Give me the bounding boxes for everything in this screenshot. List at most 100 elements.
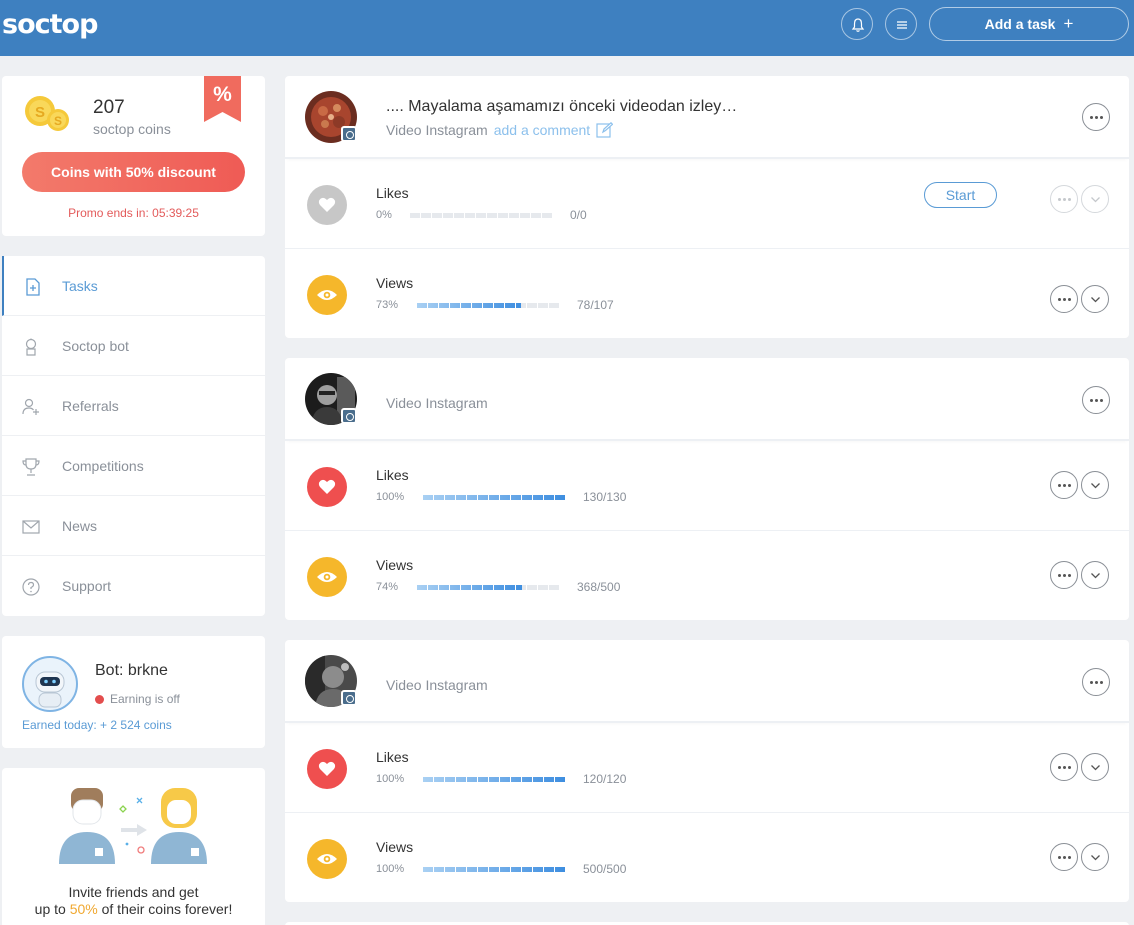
task-header: Video Instagram bbox=[285, 640, 1129, 722]
stat-more-button[interactable] bbox=[1050, 561, 1078, 589]
stat-more-button[interactable] bbox=[1050, 471, 1078, 499]
stat-percent: 0% bbox=[376, 209, 392, 221]
chevron-down-icon bbox=[1091, 197, 1100, 203]
task-more-button[interactable] bbox=[1082, 103, 1110, 131]
soctop-logo[interactable]: soctop bbox=[2, 9, 98, 40]
sidebar-item-tasks[interactable]: Tasks bbox=[2, 256, 265, 316]
bell-icon bbox=[851, 18, 865, 32]
bot-card: Bot: brkne Earning is off Earned today: … bbox=[2, 636, 265, 748]
add-comment-link[interactable]: add a comment bbox=[494, 122, 614, 138]
task-card: Video Instagram Likes 100% 120/120 Views… bbox=[285, 640, 1129, 902]
sidebar-item-competitions[interactable]: Competitions bbox=[2, 436, 265, 496]
task-card: Video Instagram Likes 100% 130/130 Views… bbox=[285, 358, 1129, 620]
progress-fill bbox=[423, 495, 565, 500]
expand-button[interactable] bbox=[1081, 753, 1109, 781]
stat-label: Likes bbox=[376, 467, 409, 483]
task-type: Video Instagram bbox=[386, 122, 488, 138]
invite-line-2-post: of their coins forever! bbox=[97, 901, 233, 917]
expand-button[interactable] bbox=[1081, 285, 1109, 313]
eye-icon bbox=[307, 839, 347, 879]
add-task-button[interactable]: Add a task + bbox=[929, 7, 1129, 41]
svg-text:S: S bbox=[54, 114, 62, 128]
stat-count: 120/120 bbox=[583, 772, 627, 786]
chevron-down-icon bbox=[1091, 483, 1100, 489]
sidebar-item-label: Support bbox=[62, 578, 112, 594]
stat-more-button[interactable] bbox=[1050, 285, 1078, 313]
menu-button[interactable] bbox=[885, 8, 917, 40]
coins-icon: S S bbox=[25, 96, 69, 131]
bot-avatar[interactable] bbox=[22, 656, 78, 712]
task-subtitle: Video Instagram bbox=[386, 677, 488, 693]
stat-count: 130/130 bbox=[583, 490, 627, 504]
progress-bar bbox=[417, 303, 559, 308]
chevron-down-icon bbox=[1091, 765, 1100, 771]
sidebar-item-referrals[interactable]: Referrals bbox=[2, 376, 265, 436]
task-stat-row: Views 74% 368/500 bbox=[285, 530, 1129, 620]
invite-card[interactable]: Invite friends and get up to 50% of thei… bbox=[2, 768, 265, 925]
stat-label: Views bbox=[376, 557, 414, 573]
progress-fill bbox=[423, 777, 565, 782]
stat-count: 78/107 bbox=[577, 298, 614, 312]
notifications-button[interactable] bbox=[841, 8, 873, 40]
stat-more-button[interactable] bbox=[1050, 753, 1078, 781]
sidebar-item-label: Competitions bbox=[62, 458, 144, 474]
task-stat-row: Views 100% 500/500 bbox=[285, 812, 1129, 902]
invite-friends-illustration bbox=[59, 788, 207, 864]
task-icon bbox=[26, 278, 40, 296]
task-type: Video Instagram bbox=[386, 395, 488, 411]
task-more-button[interactable] bbox=[1082, 668, 1110, 696]
invite-line-1: Invite friends and get bbox=[68, 884, 199, 900]
instagram-icon bbox=[341, 126, 357, 142]
expand-button[interactable] bbox=[1081, 843, 1109, 871]
stat-percent: 73% bbox=[376, 299, 399, 311]
add-comment-label: add a comment bbox=[493, 122, 591, 138]
progress-fill bbox=[417, 303, 521, 308]
help-icon bbox=[22, 578, 40, 596]
task-header: .... Mayalama aşamamızı önceki videodan … bbox=[285, 76, 1129, 158]
coins-discount-button[interactable]: Coins with 50% discount bbox=[22, 152, 245, 192]
progress-fill bbox=[423, 867, 565, 872]
task-stat-row: Views 73% 78/107 bbox=[285, 248, 1129, 338]
stat-more-button[interactable] bbox=[1050, 843, 1078, 871]
stat-percent: 100% bbox=[376, 491, 405, 503]
stat-percent: 74% bbox=[376, 581, 399, 593]
progress-bar bbox=[410, 213, 552, 218]
sidebar-item-news[interactable]: News bbox=[2, 496, 265, 556]
stat-label: Views bbox=[376, 275, 414, 291]
svg-text:S: S bbox=[35, 104, 45, 121]
robot-avatar-icon bbox=[35, 671, 65, 708]
expand-button[interactable] bbox=[1081, 471, 1109, 499]
expand-button[interactable] bbox=[1081, 561, 1109, 589]
progress-bar bbox=[417, 585, 559, 590]
task-subtitle: Video Instagram add a comment bbox=[386, 122, 614, 138]
sidebar-item-support[interactable]: Support bbox=[2, 556, 265, 616]
instagram-icon bbox=[341, 690, 357, 706]
stat-percent: 100% bbox=[376, 863, 405, 875]
invite-text: Invite friends and get up to 50% of thei… bbox=[2, 884, 265, 918]
stat-more-button[interactable] bbox=[1050, 185, 1078, 213]
top-header: soctop Add a task + bbox=[0, 0, 1134, 56]
task-stat-row: Likes 100% 120/120 bbox=[285, 722, 1129, 812]
sidebar-item-soctop-bot[interactable]: Soctop bot bbox=[2, 316, 265, 376]
mail-icon bbox=[22, 520, 40, 534]
coin-label: soctop coins bbox=[93, 121, 171, 137]
task-stat-row: Likes 0% 0/0 Start bbox=[285, 158, 1129, 248]
stat-label: Likes bbox=[376, 749, 409, 765]
robot-icon bbox=[25, 338, 37, 356]
task-subtitle: Video Instagram bbox=[386, 395, 488, 411]
task-stat-row: Likes 100% 130/130 bbox=[285, 440, 1129, 530]
task-title: .... Mayalama aşamamızı önceki videodan … bbox=[386, 98, 738, 115]
stat-count: 368/500 bbox=[577, 580, 621, 594]
coin-count: 207 bbox=[93, 97, 125, 118]
stat-count: 0/0 bbox=[570, 208, 587, 222]
bot-status: Earning is off bbox=[95, 692, 180, 706]
task-more-button[interactable] bbox=[1082, 386, 1110, 414]
chevron-down-icon bbox=[1091, 297, 1100, 303]
start-button[interactable]: Start bbox=[924, 182, 997, 208]
discount-badge: % bbox=[204, 76, 241, 122]
stat-percent: 100% bbox=[376, 773, 405, 785]
expand-button[interactable] bbox=[1081, 185, 1109, 213]
heart-icon bbox=[307, 467, 347, 507]
bot-name: Bot: brkne bbox=[95, 662, 168, 679]
stat-label: Views bbox=[376, 839, 414, 855]
